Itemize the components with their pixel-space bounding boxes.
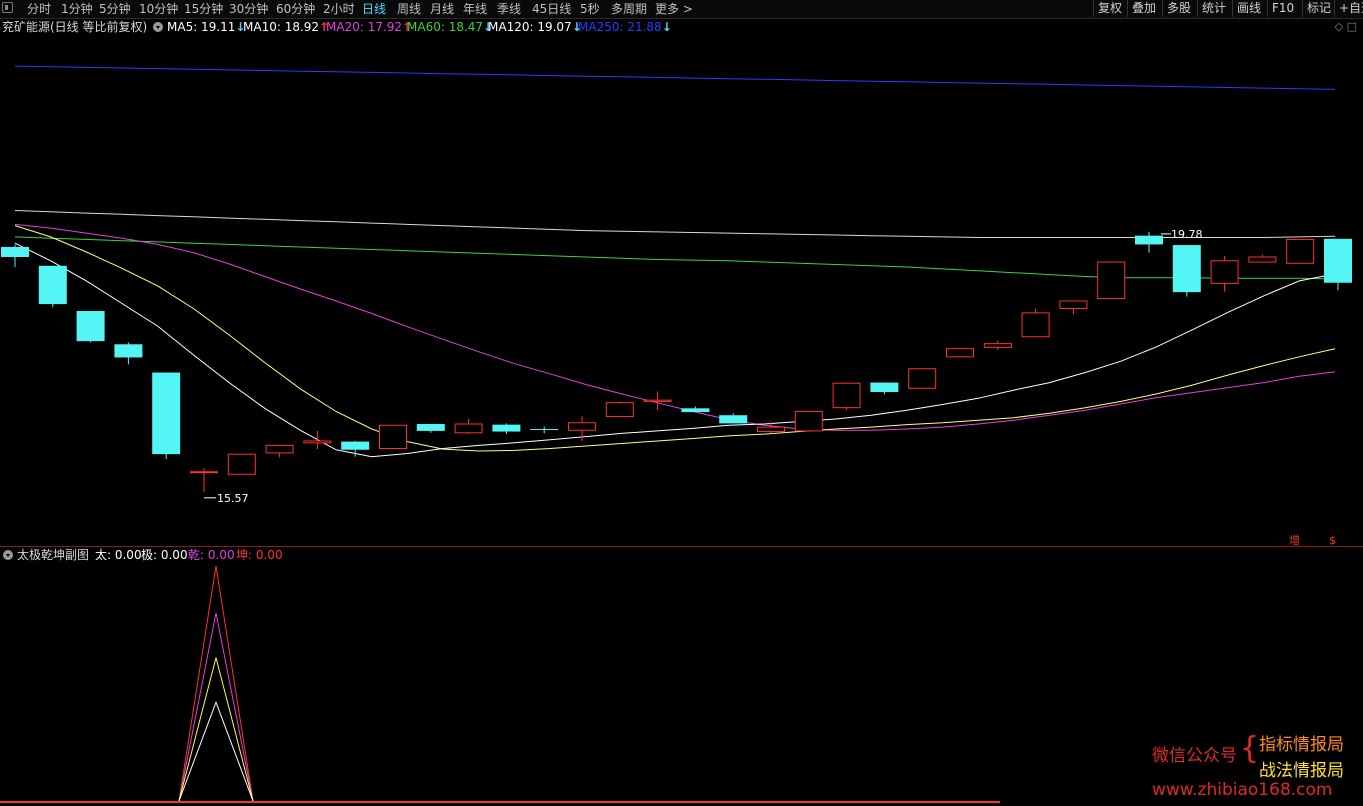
candle-body <box>832 382 861 409</box>
candle-body <box>76 310 105 342</box>
watermark-url: www.zhibiao168.com <box>1152 780 1333 800</box>
candle-body <box>1324 238 1352 283</box>
candle-body <box>605 402 634 417</box>
ma5-line <box>14 242 1336 458</box>
low-price-label: 15.57 <box>217 492 249 505</box>
candle-body <box>530 429 559 431</box>
candle-body <box>152 372 181 455</box>
candle-body <box>227 453 256 475</box>
corner-label-dollar: $ <box>1329 534 1336 547</box>
candle-body <box>492 424 521 432</box>
candle-body <box>341 441 370 450</box>
candle-body <box>1135 235 1163 245</box>
candle-body <box>416 424 445 431</box>
candle-body <box>757 426 785 433</box>
watermark-name2: 战法情报局 <box>1259 761 1344 781</box>
candle-body <box>568 422 596 431</box>
candle-body <box>1059 300 1088 309</box>
candle-body <box>1097 261 1126 299</box>
candle-body <box>1021 312 1050 338</box>
candle-body <box>870 382 899 392</box>
candle-body <box>114 344 143 358</box>
watermark-name1: 指标情报局 <box>1259 735 1344 755</box>
candle-body <box>794 410 823 432</box>
candle-body <box>643 399 672 402</box>
candle-body <box>190 471 218 474</box>
candle-body <box>1248 256 1277 263</box>
indicator-peak-0 <box>178 565 254 802</box>
watermark-brace: { <box>1240 731 1260 766</box>
ma120-line <box>14 210 1336 238</box>
candle-body <box>379 424 407 449</box>
high-price-label: 19.78 <box>1171 228 1203 241</box>
candle-body <box>1172 245 1201 293</box>
ma20-line <box>14 223 1336 431</box>
candle-body <box>681 408 710 413</box>
watermark-wechat: 微信公众号 <box>1152 746 1237 766</box>
candle-body <box>1286 238 1315 264</box>
candle-body <box>303 440 332 444</box>
candle-body <box>719 415 748 424</box>
kline-chart[interactable]: 19.78 15.57 增 $ <box>0 0 1363 806</box>
candle-body <box>946 348 974 358</box>
candle-body <box>454 423 483 434</box>
candle-body <box>983 343 1012 348</box>
candle-body <box>265 444 294 454</box>
candle-body <box>908 368 937 389</box>
candle-body <box>1210 260 1239 284</box>
indicator-peak-3 <box>178 700 254 802</box>
ma250-line <box>14 65 1336 90</box>
candle-body <box>1 246 29 258</box>
corner-label-zeng: 增 <box>1289 533 1300 547</box>
candle-body <box>38 265 67 305</box>
